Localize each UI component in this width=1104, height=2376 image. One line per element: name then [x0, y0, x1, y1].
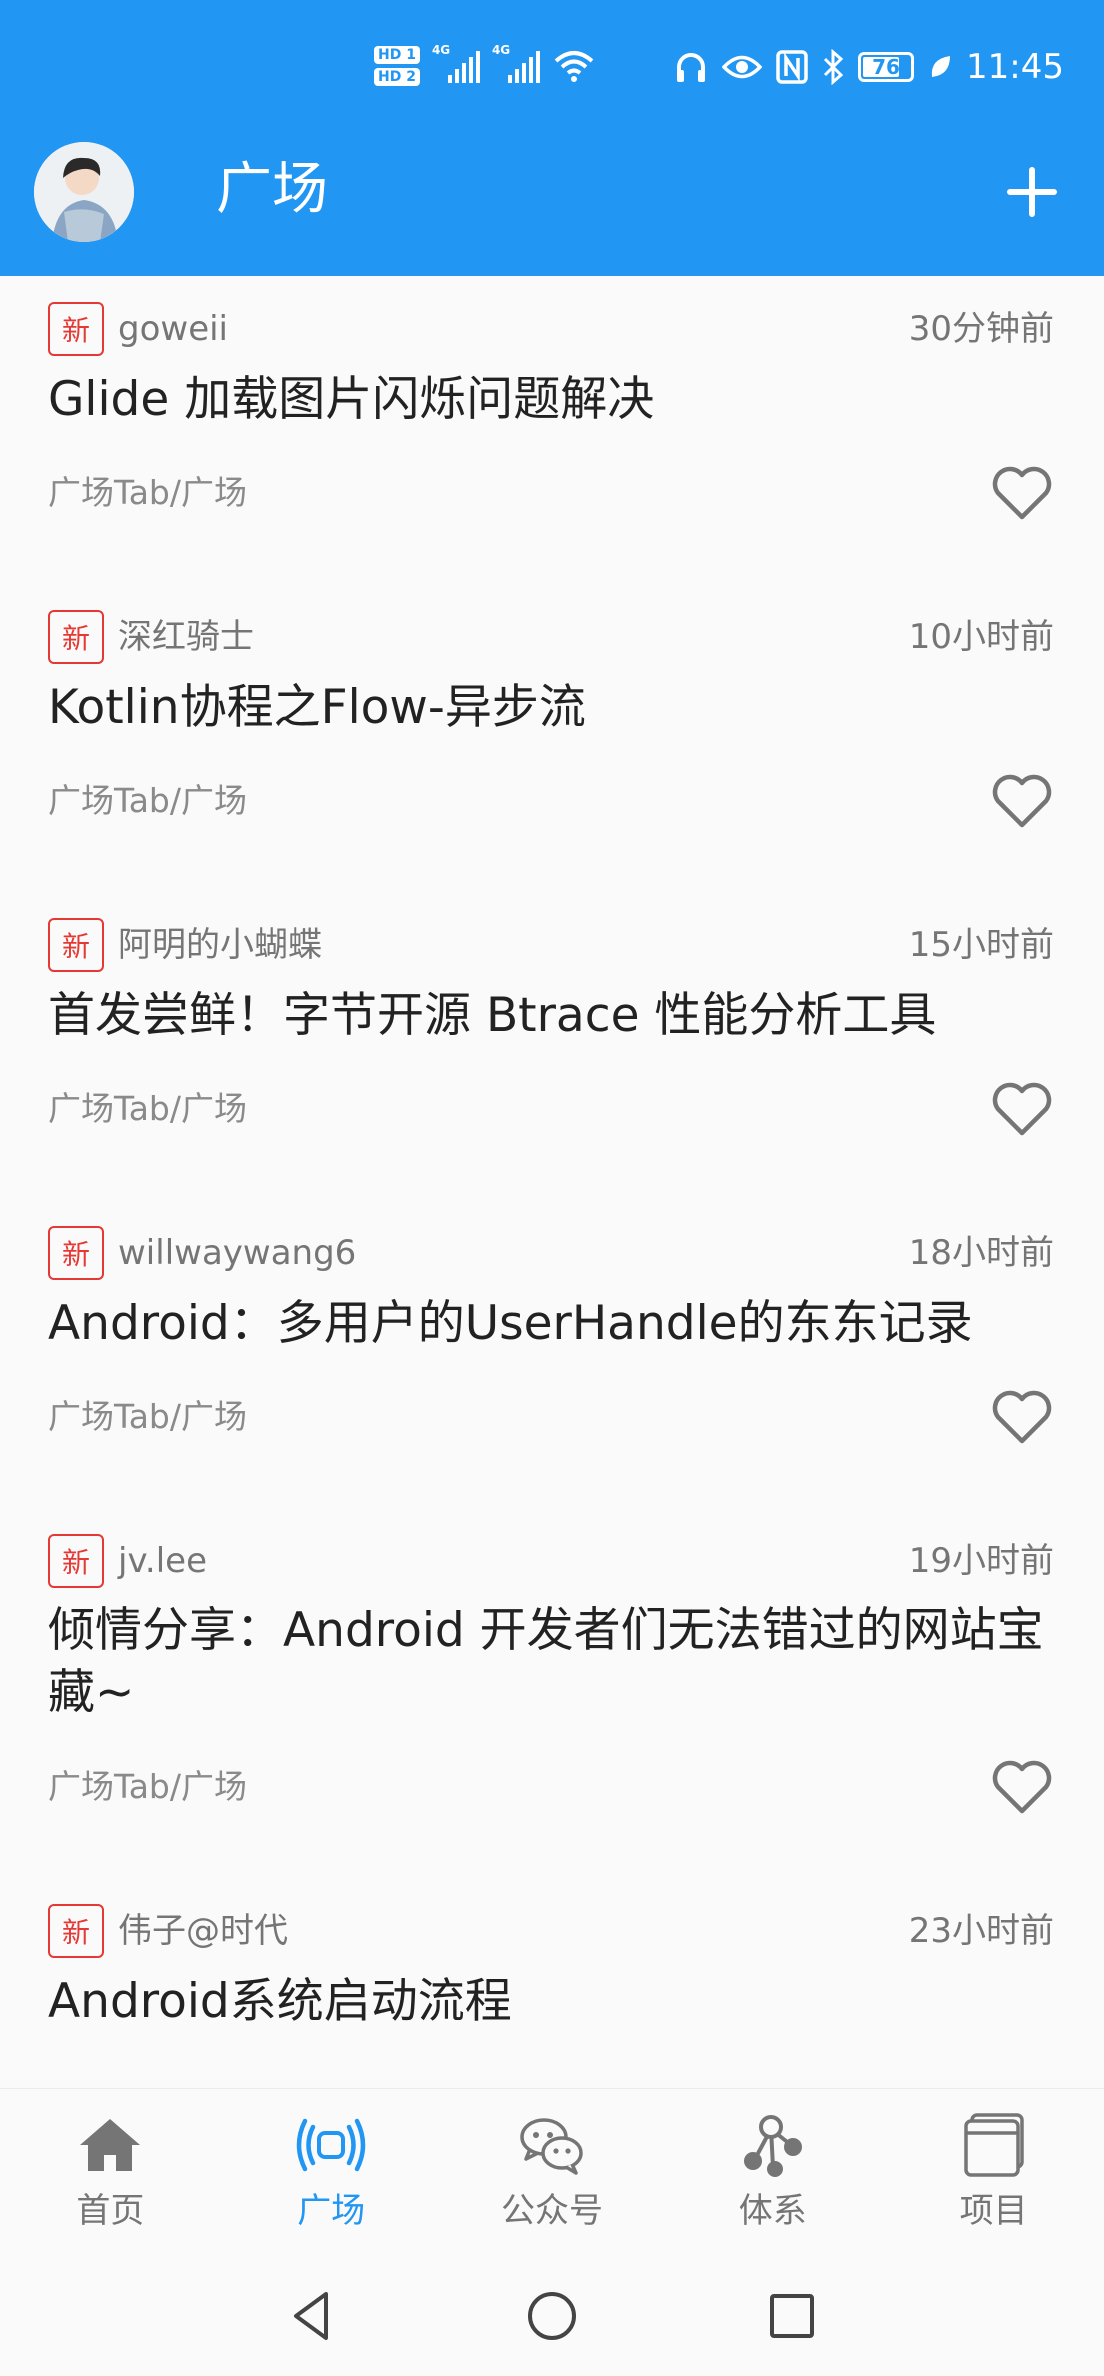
status-right: 76 11:45 — [674, 38, 1064, 96]
home-icon — [80, 2119, 141, 2171]
hd1-badge: HD 1 — [374, 46, 420, 64]
article-category[interactable]: 广场Tab/广场 — [48, 776, 247, 826]
article-title[interactable]: Kotlin协程之Flow-异步流 — [48, 676, 1058, 739]
new-tag: 新 — [48, 918, 104, 972]
article-author[interactable]: 阿明的小蝴蝶 — [118, 918, 322, 972]
avatar-image — [34, 142, 134, 242]
article-time: 30分钟前 — [908, 309, 1054, 349]
nav-system-label: 体系 — [738, 2191, 807, 2231]
recents-icon[interactable] — [762, 2286, 822, 2346]
article-item[interactable]: 新 伟子@时代 23小时前 Android系统启动流程 — [0, 1904, 1104, 2088]
article-author[interactable]: jv.lee — [118, 1534, 207, 1588]
article-category[interactable]: 广场Tab/广场 — [48, 468, 247, 518]
battery-icon: 76 — [858, 52, 915, 82]
article-list[interactable]: 新 goweii 30分钟前 Glide 加载图片闪烁问题解决 广场Tab/广场… — [0, 276, 1104, 2088]
article-item[interactable]: 新 willwaywang6 18小时前 Android：多用户的UserHan… — [0, 1226, 1104, 1508]
article-title[interactable]: Glide 加载图片闪烁问题解决 — [48, 368, 1058, 431]
status-left: HD 1 HD 2 4G 4G — [374, 36, 594, 96]
heart-icon[interactable] — [990, 462, 1054, 522]
article-author[interactable]: 深红骑士 — [118, 610, 254, 664]
new-tag: 新 — [48, 1904, 104, 1958]
article-time: 23小时前 — [908, 1911, 1054, 1951]
new-tag: 新 — [48, 1534, 104, 1588]
article-time: 15小时前 — [908, 925, 1054, 965]
net1-label: 4G — [431, 43, 451, 57]
bluetooth-icon — [823, 49, 844, 85]
signal2-icon: 4G — [492, 43, 540, 83]
article-author[interactable]: goweii — [118, 302, 228, 356]
broadcast-icon — [296, 2118, 366, 2172]
nav-official[interactable]: 公众号 — [442, 2089, 663, 2258]
hd-indicators: HD 1 HD 2 — [374, 46, 420, 86]
article-item[interactable]: 新 阿明的小蝴蝶 15小时前 首发尝鲜！字节开源 Btrace 性能分析工具 广… — [0, 918, 1104, 1200]
article-time: 19小时前 — [908, 1541, 1054, 1581]
heart-icon[interactable] — [990, 770, 1054, 830]
article-author[interactable]: 伟子@时代 — [118, 1904, 288, 1958]
headphones-icon — [677, 53, 706, 82]
page-title: 广场 — [216, 157, 328, 222]
wifi-icon — [554, 51, 594, 82]
signal1-icon: 4G — [432, 43, 480, 83]
article-title[interactable]: 首发尝鲜！字节开源 Btrace 性能分析工具 — [48, 984, 1058, 1047]
article-category[interactable]: 广场Tab/广场 — [48, 1762, 247, 1812]
nav-home[interactable]: 首页 — [0, 2089, 221, 2258]
new-tag: 新 — [48, 302, 104, 356]
article-title[interactable]: Android系统启动流程 — [48, 1970, 1058, 2033]
article-category[interactable]: 广场Tab/广场 — [48, 1392, 247, 1442]
status-bar: HD 1 HD 2 4G 4G 76 11:45 — [0, 0, 1104, 132]
article-time: 18小时前 — [908, 1233, 1054, 1273]
top-bar: HD 1 HD 2 4G 4G 76 11:45 广场 — [0, 0, 1104, 276]
system-nav-bar — [0, 2258, 1104, 2376]
wechat-icon — [520, 2118, 583, 2175]
app-root: HD 1 HD 2 4G 4G 76 11:45 广场 新 goweii 30分… — [0, 0, 1104, 2376]
nfc-icon — [776, 50, 808, 84]
tree-icon — [743, 2115, 802, 2177]
back-icon[interactable] — [282, 2286, 342, 2346]
heart-icon[interactable] — [990, 1386, 1054, 1446]
article-title[interactable]: Android：多用户的UserHandle的东东记录 — [48, 1292, 1058, 1355]
nav-system[interactable]: 体系 — [662, 2089, 883, 2258]
nav-square[interactable]: 广场 — [221, 2089, 442, 2258]
leaf-icon — [931, 56, 951, 77]
nav-project-label: 项目 — [959, 2191, 1028, 2231]
heart-icon[interactable] — [990, 1078, 1054, 1138]
bottom-nav: 首页 广场 公众号 体系 项目 — [0, 2088, 1104, 2258]
article-author[interactable]: willwaywang6 — [118, 1226, 356, 1280]
heart-icon[interactable] — [990, 1756, 1054, 1816]
article-item[interactable]: 新 jv.lee 19小时前 倾情分享：Android 开发者们无法错过的网站宝… — [0, 1534, 1104, 1878]
status-time: 11:45 — [966, 47, 1064, 87]
nav-home-label: 首页 — [76, 2191, 145, 2231]
user-avatar[interactable] — [34, 142, 134, 242]
eye-icon — [722, 55, 763, 79]
battery-level: 76 — [872, 55, 900, 79]
article-category[interactable]: 广场Tab/广场 — [48, 1084, 247, 1134]
hd2-badge: HD 2 — [374, 68, 420, 86]
article-title[interactable]: 倾情分享：Android 开发者们无法错过的网站宝藏~ — [48, 1600, 1058, 1724]
new-tag: 新 — [48, 610, 104, 664]
new-tag: 新 — [48, 1226, 104, 1280]
article-item[interactable]: 新 深红骑士 10小时前 Kotlin协程之Flow-异步流 广场Tab/广场 — [0, 610, 1104, 892]
nav-official-label: 公众号 — [500, 2191, 603, 2231]
article-time: 10小时前 — [908, 617, 1054, 657]
add-button[interactable] — [1002, 162, 1062, 222]
home-circle-icon[interactable] — [522, 2286, 582, 2346]
nav-project[interactable]: 项目 — [883, 2089, 1104, 2258]
app-bar: 广场 — [0, 132, 1104, 276]
net2-label: 4G — [491, 43, 511, 57]
project-icon — [963, 2113, 1024, 2177]
nav-square-label: 广场 — [297, 2191, 366, 2231]
article-item[interactable]: 新 goweii 30分钟前 Glide 加载图片闪烁问题解决 广场Tab/广场 — [0, 302, 1104, 584]
